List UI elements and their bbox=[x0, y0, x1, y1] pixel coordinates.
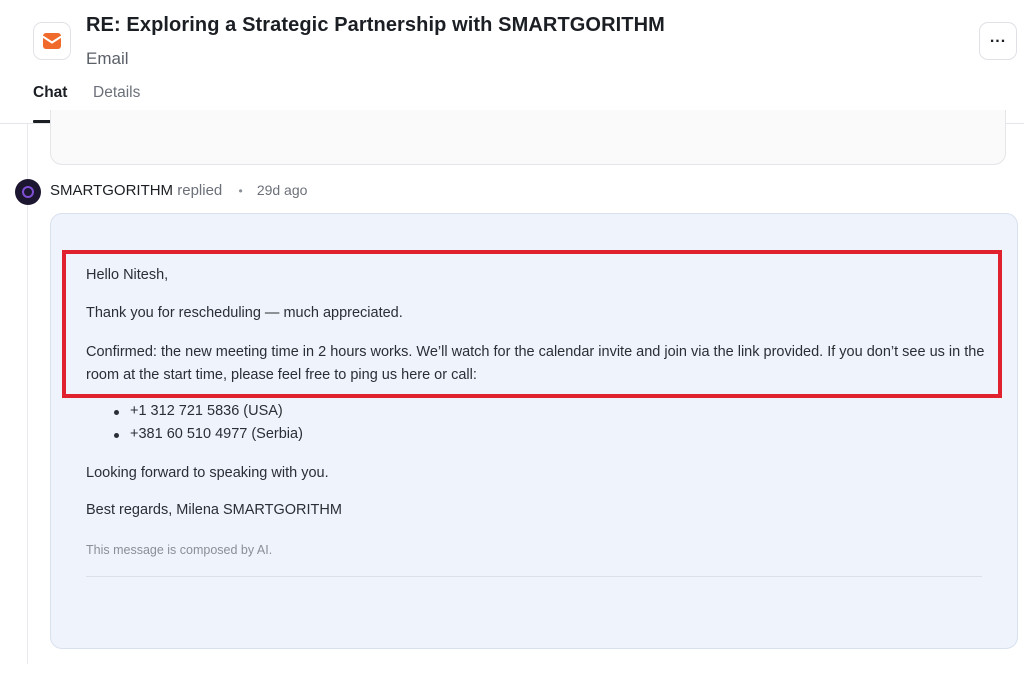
highlight-box bbox=[62, 250, 1002, 398]
page-title: RE: Exploring a Strategic Partnership wi… bbox=[86, 14, 665, 36]
ai-disclaimer: This message is composed by AI. bbox=[86, 543, 273, 557]
card-divider bbox=[86, 576, 982, 577]
reply-meta: SMARTGORITHM replied • 29d ago bbox=[50, 182, 307, 199]
tab-chat[interactable]: Chat bbox=[33, 84, 67, 102]
avatar-logo-icon bbox=[22, 186, 34, 198]
bullet-marker bbox=[114, 433, 119, 438]
more-options-button[interactable]: ... bbox=[979, 22, 1017, 60]
message-signature: Best regards, Milena SMARTGORITHM bbox=[86, 502, 342, 518]
meta-separator: • bbox=[238, 184, 243, 198]
email-icon bbox=[33, 22, 71, 60]
message-closing: Looking forward to speaking with you. bbox=[86, 465, 329, 481]
tab-details[interactable]: Details bbox=[93, 84, 140, 102]
sender-avatar bbox=[15, 179, 41, 205]
bullet-marker bbox=[114, 410, 119, 415]
conversation-header: RE: Exploring a Strategic Partnership wi… bbox=[0, 0, 1024, 124]
reply-action: replied bbox=[177, 182, 223, 199]
phone-usa: +1 312 721 5836 (USA) bbox=[130, 403, 283, 419]
channel-label: Email bbox=[86, 49, 129, 68]
reply-timestamp: 29d ago bbox=[256, 182, 308, 198]
sender-name: SMARTGORITHM bbox=[50, 182, 174, 199]
previous-message-card bbox=[50, 110, 1006, 165]
timeline-line bbox=[27, 124, 28, 664]
phone-serbia: +381 60 510 4977 (Serbia) bbox=[130, 426, 303, 442]
more-horizontal-icon: ... bbox=[989, 29, 1007, 46]
